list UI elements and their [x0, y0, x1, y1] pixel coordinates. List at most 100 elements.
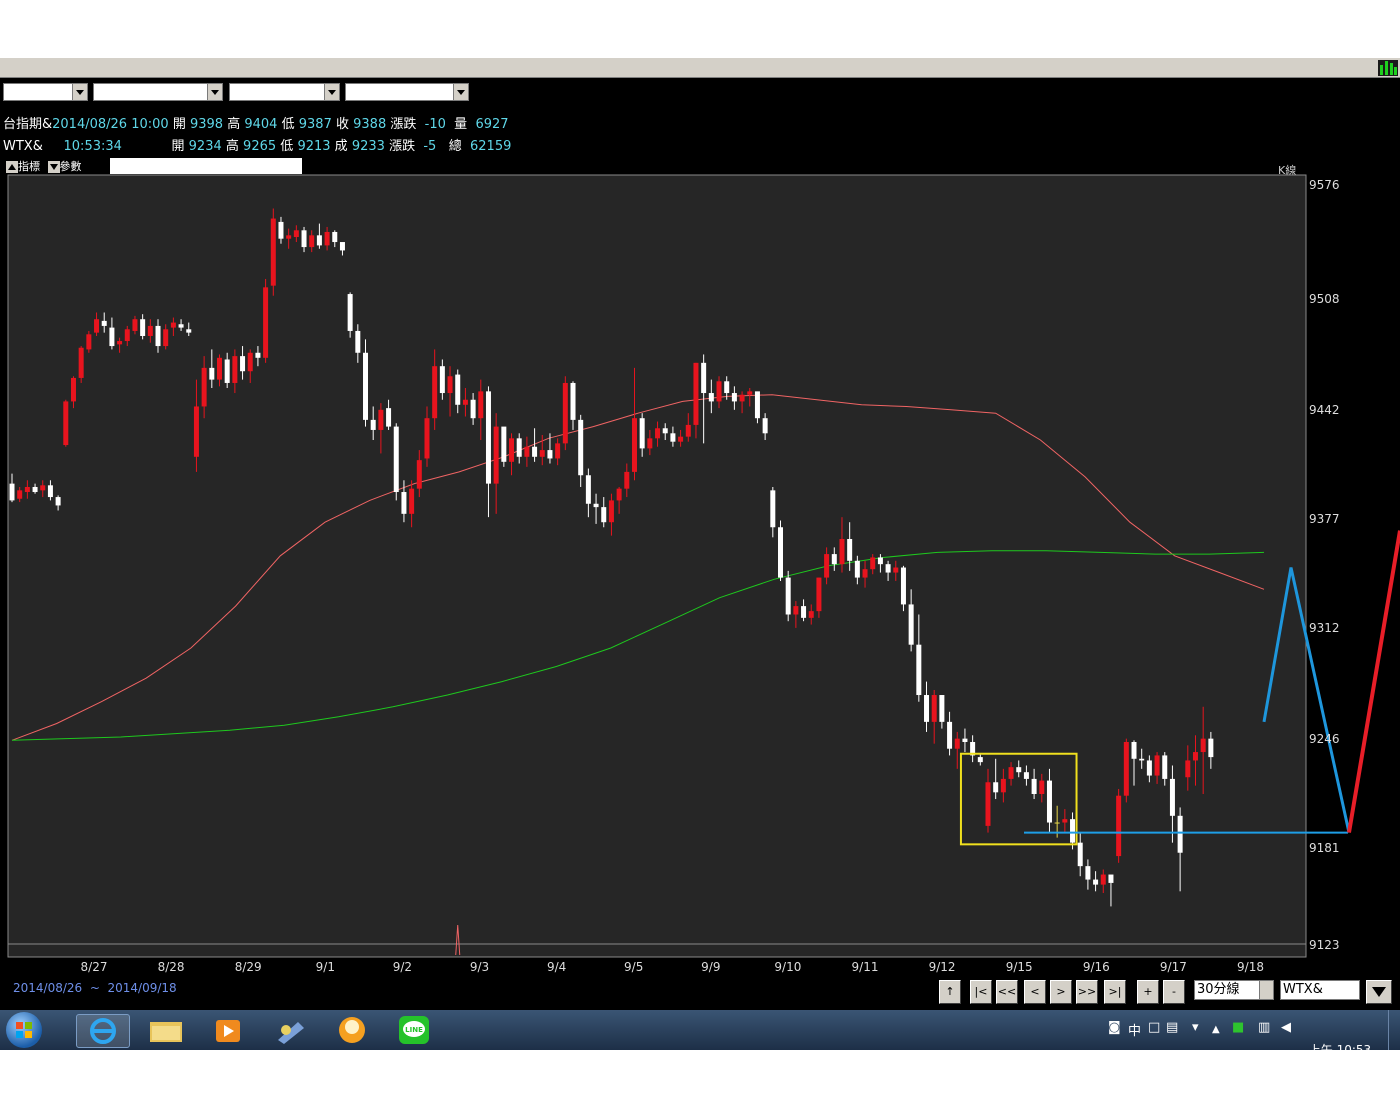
x-tick-label: 9/2 — [392, 960, 413, 974]
market-select[interactable]: 期貨 — [3, 83, 88, 118]
tab-params[interactable]: 參數 — [47, 158, 82, 174]
x-tick-label: 9/10 — [774, 960, 802, 974]
clock-date: 2014/9/18 — [1309, 1086, 1371, 1100]
app-taskbar-button[interactable] — [264, 1014, 316, 1046]
date-range: 2014/08/26 ~ 2014/09/18 — [13, 981, 177, 995]
contract-select[interactable]: 台指期1014 — [345, 83, 469, 118]
internet-explorer-icon — [90, 1018, 116, 1044]
open-label: 開 — [172, 117, 186, 132]
quote2-name: WTX& — [3, 139, 43, 154]
period-select[interactable]: 30分線 — [1194, 980, 1274, 1000]
ime-full-width-icon[interactable]: □ — [1148, 1020, 1160, 1035]
media-player-taskbar-button[interactable] — [202, 1014, 254, 1046]
y-tick-label: 9123 — [1309, 938, 1340, 952]
low-label: 低 — [281, 117, 295, 132]
quote1-datetime: 2014/08/26 10:00 — [52, 117, 169, 132]
zoom-in-button[interactable]: + — [1137, 980, 1159, 1004]
symbol-input[interactable]: WTX& — [1280, 980, 1360, 1000]
last-button[interactable]: >| — [1104, 980, 1126, 1004]
x-tick-label: 9/4 — [546, 960, 567, 974]
quote1-open: 9398 — [189, 117, 224, 132]
change-label: 漲跌 — [390, 117, 417, 132]
y-tick-label: 9312 — [1309, 620, 1340, 635]
low-label: 低 — [280, 139, 294, 154]
media-player-icon — [216, 1020, 240, 1042]
quote2-high: 9265 — [243, 139, 277, 154]
indicator-tabs: 指標 參數 — [6, 158, 86, 174]
app-window — [0, 58, 1400, 1010]
chart-type-label: K線 — [1278, 164, 1297, 177]
x-tick-label: 9/3 — [469, 960, 490, 974]
network-icon[interactable]: ▥ — [1258, 1020, 1270, 1035]
y-tick-label: 9181 — [1309, 840, 1340, 855]
quote2-time: 10:53:34 — [63, 139, 122, 154]
collapse-button[interactable] — [1366, 980, 1392, 1004]
show-desktop-button[interactable] — [1388, 1010, 1400, 1050]
start-button[interactable] — [6, 1012, 42, 1048]
explorer-taskbar-button[interactable] — [140, 1014, 192, 1046]
title-bar — [0, 58, 1400, 78]
product-select[interactable]: 全商品 (ALL) — [93, 83, 223, 118]
y-tick-label: 9246 — [1309, 731, 1340, 746]
period-select-value: 30分線 — [1197, 982, 1240, 997]
chevron-down-icon[interactable] — [324, 84, 339, 100]
first-button[interactable]: |< — [970, 980, 992, 1004]
range-start: 2014/08/26 — [13, 981, 83, 995]
clock[interactable]: 上午 10:53 2014/9/18 — [1302, 1013, 1378, 1114]
line-app-icon: LINE — [399, 1016, 429, 1044]
volume-icon[interactable]: ◀ — [1281, 1020, 1291, 1035]
chevron-down-icon[interactable] — [207, 84, 222, 100]
quote1-low: 9387 — [298, 117, 332, 132]
x-tick-label: 9/11 — [851, 960, 879, 974]
quote1-name: 台指期& — [3, 117, 53, 132]
chat-taskbar-button[interactable] — [326, 1014, 378, 1046]
fast-prev-button[interactable]: << — [996, 980, 1018, 1004]
language-icon[interactable]: ◙ — [1108, 1020, 1121, 1035]
month-select[interactable]: 近一 — [229, 83, 340, 118]
x-tick-label: 9/12 — [928, 960, 956, 974]
ime-pad-icon[interactable]: ▤ — [1166, 1020, 1178, 1035]
satellite-icon — [278, 1022, 304, 1044]
ie-taskbar-button[interactable] — [76, 1014, 130, 1048]
chevron-down-icon[interactable] — [72, 84, 87, 100]
tab-indicator[interactable]: 指標 — [6, 158, 40, 174]
tab-params-label: 參數 — [59, 160, 82, 173]
tab-indicator-label: 指標 — [18, 160, 40, 173]
quote1-volume: 6927 — [475, 117, 509, 132]
chevron-down-icon[interactable] — [453, 84, 468, 100]
quote1-change: -10 — [424, 117, 446, 132]
svg-text:LINE: LINE — [405, 1026, 423, 1034]
fast-next-button[interactable]: >> — [1076, 980, 1098, 1004]
line-taskbar-button[interactable]: LINE — [388, 1014, 440, 1046]
chevron-down-icon[interactable] — [1259, 981, 1273, 999]
y-tick-label: 9508 — [1309, 292, 1340, 307]
quote1-high: 9404 — [244, 117, 278, 132]
range-tilde: ~ — [89, 981, 100, 995]
orange-blob-icon — [339, 1017, 365, 1043]
quote-line-1: 台指期&2014/08/26 10:00 開 9398 高 9404 低 938… — [3, 113, 509, 132]
close-label: 收 — [335, 117, 349, 132]
indicator-input[interactable] — [110, 158, 302, 174]
chevron-down-icon — [1372, 987, 1386, 997]
signal-bars-icon[interactable] — [1378, 60, 1398, 76]
x-tick-label: 8/27 — [80, 960, 108, 974]
x-tick-label: 9/17 — [1159, 960, 1187, 974]
x-tick-label: 9/1 — [315, 960, 335, 974]
symbol-input-value: WTX& — [1283, 982, 1323, 997]
triangle-down-icon — [47, 161, 60, 173]
next-button[interactable]: > — [1050, 980, 1072, 1004]
quote2-total: 62159 — [470, 139, 512, 154]
ime-mode[interactable]: 中 — [1128, 1020, 1141, 1039]
change-label: 漲跌 — [389, 139, 416, 154]
x-tick-label: 9/9 — [701, 960, 721, 974]
x-tick-label: 9/5 — [624, 960, 644, 974]
prev-button[interactable]: < — [1024, 980, 1046, 1004]
show-hidden-icons[interactable]: ▲ — [1212, 1024, 1220, 1035]
zoom-out-button[interactable]: - — [1163, 980, 1185, 1004]
scroll-up-button[interactable]: ↑ — [939, 980, 961, 1004]
ime-options-icon[interactable]: ▾ — [1192, 1020, 1199, 1035]
x-tick-label: 9/16 — [1082, 960, 1110, 974]
x-tick-label: 9/15 — [1005, 960, 1033, 974]
line-tray-icon[interactable]: ■ — [1232, 1020, 1244, 1035]
windows-logo-icon — [16, 1022, 32, 1038]
